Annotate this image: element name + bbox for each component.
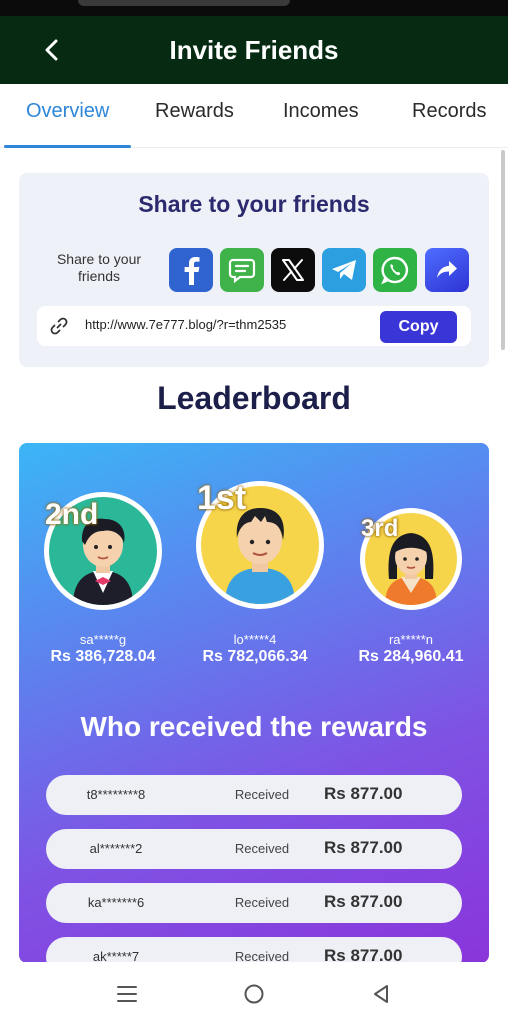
copy-button[interactable]: Copy bbox=[380, 311, 457, 343]
system-back-button[interactable] bbox=[369, 982, 393, 1006]
share-card: Share to your friends Share to your frie… bbox=[19, 173, 489, 367]
recent-apps-button[interactable] bbox=[115, 982, 139, 1006]
sms-icon bbox=[228, 258, 256, 284]
reward-amount: Rs 877.00 bbox=[324, 838, 402, 858]
share-icon bbox=[437, 261, 457, 278]
reward-user: ka*******6 bbox=[87, 895, 145, 910]
telegram-icon bbox=[332, 260, 356, 280]
tab-records[interactable]: Records bbox=[412, 100, 486, 123]
leaderboard-title: Leaderboard bbox=[157, 380, 351, 416]
reward-row: t8********8 Received Rs 877.00 bbox=[46, 775, 462, 815]
currency-label: Rs bbox=[324, 784, 346, 803]
whatsapp-icon bbox=[381, 256, 409, 285]
currency-label: Rs bbox=[50, 648, 71, 665]
leader-amount-third: Rs 284,960.41 bbox=[333, 648, 489, 666]
triangle-back-icon bbox=[374, 985, 388, 1003]
share-label: Share to your friends bbox=[56, 251, 142, 284]
reward-amount: Rs 877.00 bbox=[324, 892, 402, 912]
reward-status: Received bbox=[234, 949, 290, 963]
invite-link-field: http://www.7e777.blog/?r=thm2535 Copy bbox=[37, 306, 471, 346]
tab-overview[interactable]: Overview bbox=[26, 100, 109, 123]
reward-row: al*******2 Received Rs 877.00 bbox=[46, 829, 462, 869]
leader-amount-first: Rs 782,066.34 bbox=[177, 648, 333, 666]
link-icon bbox=[50, 317, 68, 335]
active-tab-indicator bbox=[4, 145, 131, 148]
status-bar bbox=[0, 0, 508, 16]
system-nav-bar bbox=[0, 962, 508, 1024]
whatsapp-share-button[interactable] bbox=[373, 248, 417, 292]
camera-notch bbox=[78, 0, 290, 6]
reward-user: t8********8 bbox=[86, 787, 146, 802]
amount-value: 877.00 bbox=[350, 838, 403, 857]
rewards-title: Who received the rewards bbox=[80, 711, 428, 742]
page-title: Invite Friends bbox=[169, 34, 339, 65]
reward-row: ka*******6 Received Rs 877.00 bbox=[46, 883, 462, 923]
rank-badge-third: 3rd bbox=[361, 515, 399, 542]
reward-user: ak*****7 bbox=[92, 949, 140, 963]
menu-icon bbox=[117, 986, 137, 1002]
tab-bar: Overview Rewards Incomes Records bbox=[0, 84, 508, 148]
leader-name-second: sa*****g bbox=[79, 632, 127, 647]
amount-value: 877.00 bbox=[350, 946, 403, 963]
reward-amount: Rs 877.00 bbox=[324, 784, 402, 804]
app-header: Invite Friends bbox=[0, 16, 508, 84]
circle-home-icon bbox=[244, 984, 264, 1004]
telegram-share-button[interactable] bbox=[322, 248, 366, 292]
x-share-button[interactable] bbox=[271, 248, 315, 292]
facebook-share-button[interactable] bbox=[169, 248, 213, 292]
amount-value: 782,066.34 bbox=[227, 648, 308, 665]
currency-label: Rs bbox=[358, 648, 379, 665]
currency-label: Rs bbox=[324, 946, 346, 963]
share-title: Share to your friends bbox=[138, 191, 370, 217]
rank-badge-first: 1st bbox=[197, 479, 247, 517]
chevron-left-icon bbox=[45, 39, 58, 61]
amount-value: 284,960.41 bbox=[383, 648, 464, 665]
reward-user: al*******2 bbox=[89, 841, 143, 856]
x-icon bbox=[282, 259, 304, 281]
invite-link-text: http://www.7e777.blog/?r=thm2535 bbox=[85, 317, 287, 332]
scrollbar[interactable] bbox=[501, 150, 505, 350]
reward-status: Received bbox=[234, 895, 290, 910]
sms-share-button[interactable] bbox=[220, 248, 264, 292]
tab-incomes[interactable]: Incomes bbox=[283, 100, 359, 123]
rank-badge-second: 2nd bbox=[45, 498, 99, 531]
leader-amount-second: Rs 386,728.04 bbox=[19, 648, 187, 666]
facebook-icon bbox=[184, 257, 200, 285]
tab-rewards[interactable]: Rewards bbox=[155, 100, 234, 123]
back-button[interactable] bbox=[36, 34, 68, 66]
reward-status: Received bbox=[234, 841, 290, 856]
leader-name-first: lo*****4 bbox=[233, 632, 277, 647]
amount-value: 877.00 bbox=[350, 892, 403, 911]
reward-row: ak*****7 Received Rs 877.00 bbox=[46, 937, 462, 963]
leader-name-third: ra*****n bbox=[388, 632, 434, 647]
amount-value: 386,728.04 bbox=[75, 648, 156, 665]
leaderboard-card: 2nd 1st 3rd sa*****g Rs 386,728.04 lo***… bbox=[19, 443, 489, 963]
amount-value: 877.00 bbox=[350, 784, 403, 803]
currency-label: Rs bbox=[324, 892, 346, 911]
more-share-button[interactable] bbox=[425, 248, 469, 292]
reward-status: Received bbox=[234, 787, 290, 802]
reward-amount: Rs 877.00 bbox=[324, 946, 402, 963]
home-button[interactable] bbox=[242, 982, 266, 1006]
currency-label: Rs bbox=[202, 648, 223, 665]
currency-label: Rs bbox=[324, 838, 346, 857]
